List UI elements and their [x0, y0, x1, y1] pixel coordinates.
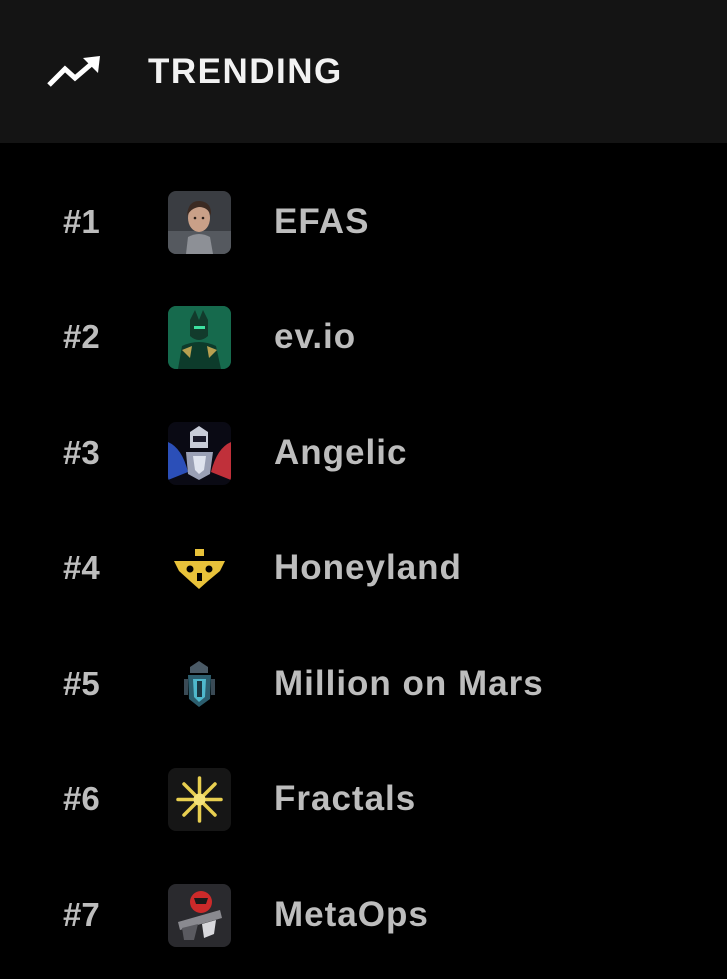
- game-name: Fractals: [274, 779, 417, 818]
- rank-label: #4: [63, 549, 100, 586]
- angelic-avatar: [168, 422, 231, 485]
- trending-item-fractals[interactable]: #6 Fractals: [0, 759, 727, 839]
- rank-label: #7: [63, 896, 100, 933]
- trending-item-million-on-mars[interactable]: #5 Million on Mars: [0, 644, 727, 724]
- fractals-avatar: [168, 768, 231, 831]
- game-name: MetaOps: [274, 895, 429, 934]
- rank-label: #6: [63, 780, 100, 817]
- trending-item-evio[interactable]: #2 ev.io: [0, 297, 727, 377]
- trending-item-angelic[interactable]: #3 Angelic: [0, 413, 727, 493]
- million-on-mars-avatar: [168, 653, 231, 716]
- trending-item-efas[interactable]: #1 EFAS: [0, 182, 727, 262]
- game-name: ev.io: [274, 317, 357, 356]
- efas-avatar: [168, 191, 231, 254]
- metaops-avatar: [168, 884, 231, 947]
- trending-header: TRENDING: [0, 0, 727, 143]
- trending-panel: TRENDING #1 EFAS #2 ev.io #3 Angelic #4 …: [0, 0, 727, 979]
- trending-title: TRENDING: [148, 51, 343, 91]
- game-name: Million on Mars: [274, 664, 544, 703]
- rank-label: #1: [63, 203, 100, 240]
- rank-label: #2: [63, 318, 100, 355]
- trending-up-icon: [46, 54, 102, 90]
- game-name: EFAS: [274, 202, 370, 241]
- trending-item-metaops[interactable]: #7 MetaOps: [0, 875, 727, 955]
- game-name: Honeyland: [274, 548, 462, 587]
- evio-avatar: [168, 306, 231, 369]
- rank-label: #5: [63, 665, 100, 702]
- game-name: Angelic: [274, 433, 408, 472]
- trending-item-honeyland[interactable]: #4 Honeyland: [0, 528, 727, 608]
- honeyland-avatar: [168, 537, 231, 600]
- rank-label: #3: [63, 434, 100, 471]
